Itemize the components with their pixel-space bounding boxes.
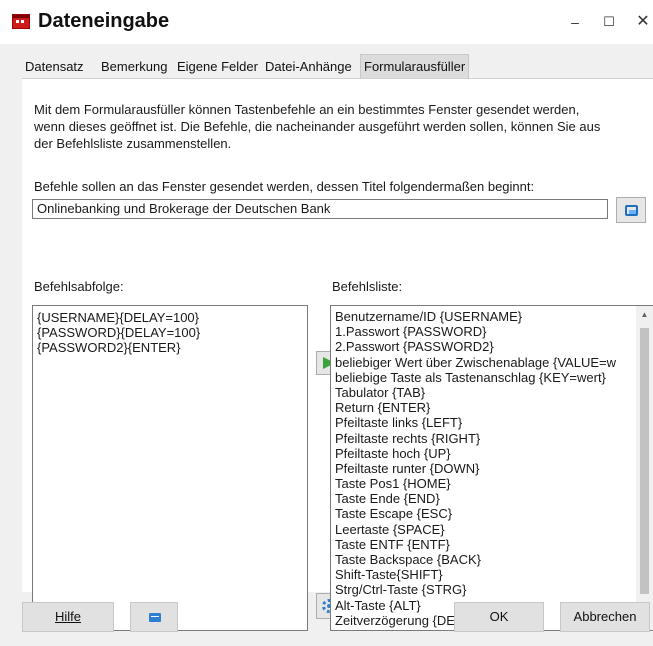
keyboard-icon bbox=[149, 613, 161, 622]
keyboard-button[interactable] bbox=[130, 602, 178, 632]
description-line: wenn dieses geöffnet ist. Die Befehle, d… bbox=[34, 119, 601, 134]
window-title-input[interactable]: Onlinebanking und Brokerage der Deutsche… bbox=[32, 199, 608, 219]
title-bar: Dateneingabe – ☐ ✕ bbox=[0, 0, 653, 44]
sequence-textarea[interactable]: {USERNAME}{DELAY=100} {PASSWORD}{DELAY=1… bbox=[32, 305, 308, 631]
command-list-item[interactable]: Taste ENTF {ENTF} bbox=[335, 537, 635, 552]
app-icon bbox=[12, 14, 30, 29]
command-list-item[interactable]: Taste Ende {END} bbox=[335, 491, 635, 506]
cancel-button[interactable]: Abbrechen bbox=[560, 602, 650, 632]
command-list-item[interactable]: 1.Passwort {PASSWORD} bbox=[335, 324, 635, 339]
command-list-items: Benutzername/ID {USERNAME} 1.Passwort {PA… bbox=[335, 309, 635, 629]
window-icon bbox=[625, 205, 638, 216]
scroll-up-icon[interactable]: ▲ bbox=[636, 306, 653, 323]
sequence-label: Befehlsabfolge: bbox=[34, 279, 124, 294]
command-list-item[interactable]: Pfeiltaste hoch {UP} bbox=[335, 446, 635, 461]
minimize-button[interactable]: – bbox=[560, 10, 590, 34]
description: Mit dem Formularausfüller können Tastenb… bbox=[34, 101, 634, 152]
window-title: Dateneingabe bbox=[38, 10, 170, 32]
tab-panel-formularausfueller: Mit dem Formularausfüller können Tastenb… bbox=[22, 78, 653, 631]
tab-eigene-felder[interactable]: Eigene Felder bbox=[174, 56, 261, 78]
sequence-line: {USERNAME}{DELAY=100} bbox=[37, 310, 199, 325]
pick-window-button[interactable] bbox=[616, 197, 646, 223]
command-list-item[interactable]: Taste Escape {ESC} bbox=[335, 506, 635, 521]
close-button[interactable]: ✕ bbox=[628, 10, 653, 34]
help-button[interactable]: Hilfe bbox=[22, 602, 114, 632]
ok-button-label: OK bbox=[489, 609, 509, 624]
command-list-item[interactable]: Pfeiltaste rechts {RIGHT} bbox=[335, 431, 635, 446]
command-list-item[interactable]: Taste Backspace {BACK} bbox=[335, 552, 635, 567]
command-list-item[interactable]: Tabulator {TAB} bbox=[335, 385, 635, 400]
command-list-item[interactable]: Pfeiltaste links {LEFT} bbox=[335, 415, 635, 430]
command-list-scrollbar[interactable]: ▲ ▼ bbox=[636, 306, 653, 630]
command-list-item[interactable]: Leertaste {SPACE} bbox=[335, 522, 635, 537]
description-line: Mit dem Formularausfüller können Tastenb… bbox=[34, 102, 580, 117]
command-list-item[interactable]: 2.Passwort {PASSWORD2} bbox=[335, 339, 635, 354]
ok-button[interactable]: OK bbox=[454, 602, 544, 632]
description-line: der Befehlsliste zusammenstellen. bbox=[34, 136, 232, 151]
command-list-item[interactable]: Strg/Ctrl-Taste {STRG} bbox=[335, 582, 635, 597]
command-list-item[interactable]: Shift-Taste{SHIFT} bbox=[335, 567, 635, 582]
dialog-body: Datensatz Bemerkung Eigene Felder Datei-… bbox=[0, 44, 653, 646]
tab-formularausfueller[interactable]: Formularausfüller bbox=[360, 54, 470, 78]
command-list-item[interactable]: Pfeiltaste runter {DOWN} bbox=[335, 461, 635, 476]
maximize-button[interactable]: ☐ bbox=[594, 10, 624, 34]
sequence-line: {PASSWORD}{DELAY=100} bbox=[37, 325, 201, 340]
cancel-button-label: Abbrechen bbox=[573, 609, 637, 624]
sequence-line: {PASSWORD2}{ENTER} bbox=[37, 340, 181, 355]
command-list-item[interactable]: Taste Pos1 {HOME} bbox=[335, 476, 635, 491]
scrollbar-thumb[interactable] bbox=[640, 328, 649, 594]
command-list-item[interactable]: Benutzername/ID {USERNAME} bbox=[335, 309, 635, 324]
tab-datei-anhaenge[interactable]: Datei-Anhänge bbox=[262, 56, 355, 78]
tab-datensatz[interactable]: Datensatz bbox=[22, 56, 87, 78]
command-list-item[interactable]: beliebiger Wert über Zwischenablage {VAL… bbox=[335, 355, 635, 370]
command-list[interactable]: Benutzername/ID {USERNAME} 1.Passwort {PA… bbox=[330, 305, 653, 631]
window-title-label: Befehle sollen an das Fenster gesendet w… bbox=[34, 179, 535, 194]
tab-bemerkung[interactable]: Bemerkung bbox=[98, 56, 170, 78]
command-list-item[interactable]: Return {ENTER} bbox=[335, 400, 635, 415]
help-button-label: Hilfe bbox=[54, 609, 81, 624]
command-list-item[interactable]: beliebige Taste als Tastenanschlag {KEY=… bbox=[335, 370, 635, 385]
commands-label: Befehlsliste: bbox=[332, 279, 403, 294]
